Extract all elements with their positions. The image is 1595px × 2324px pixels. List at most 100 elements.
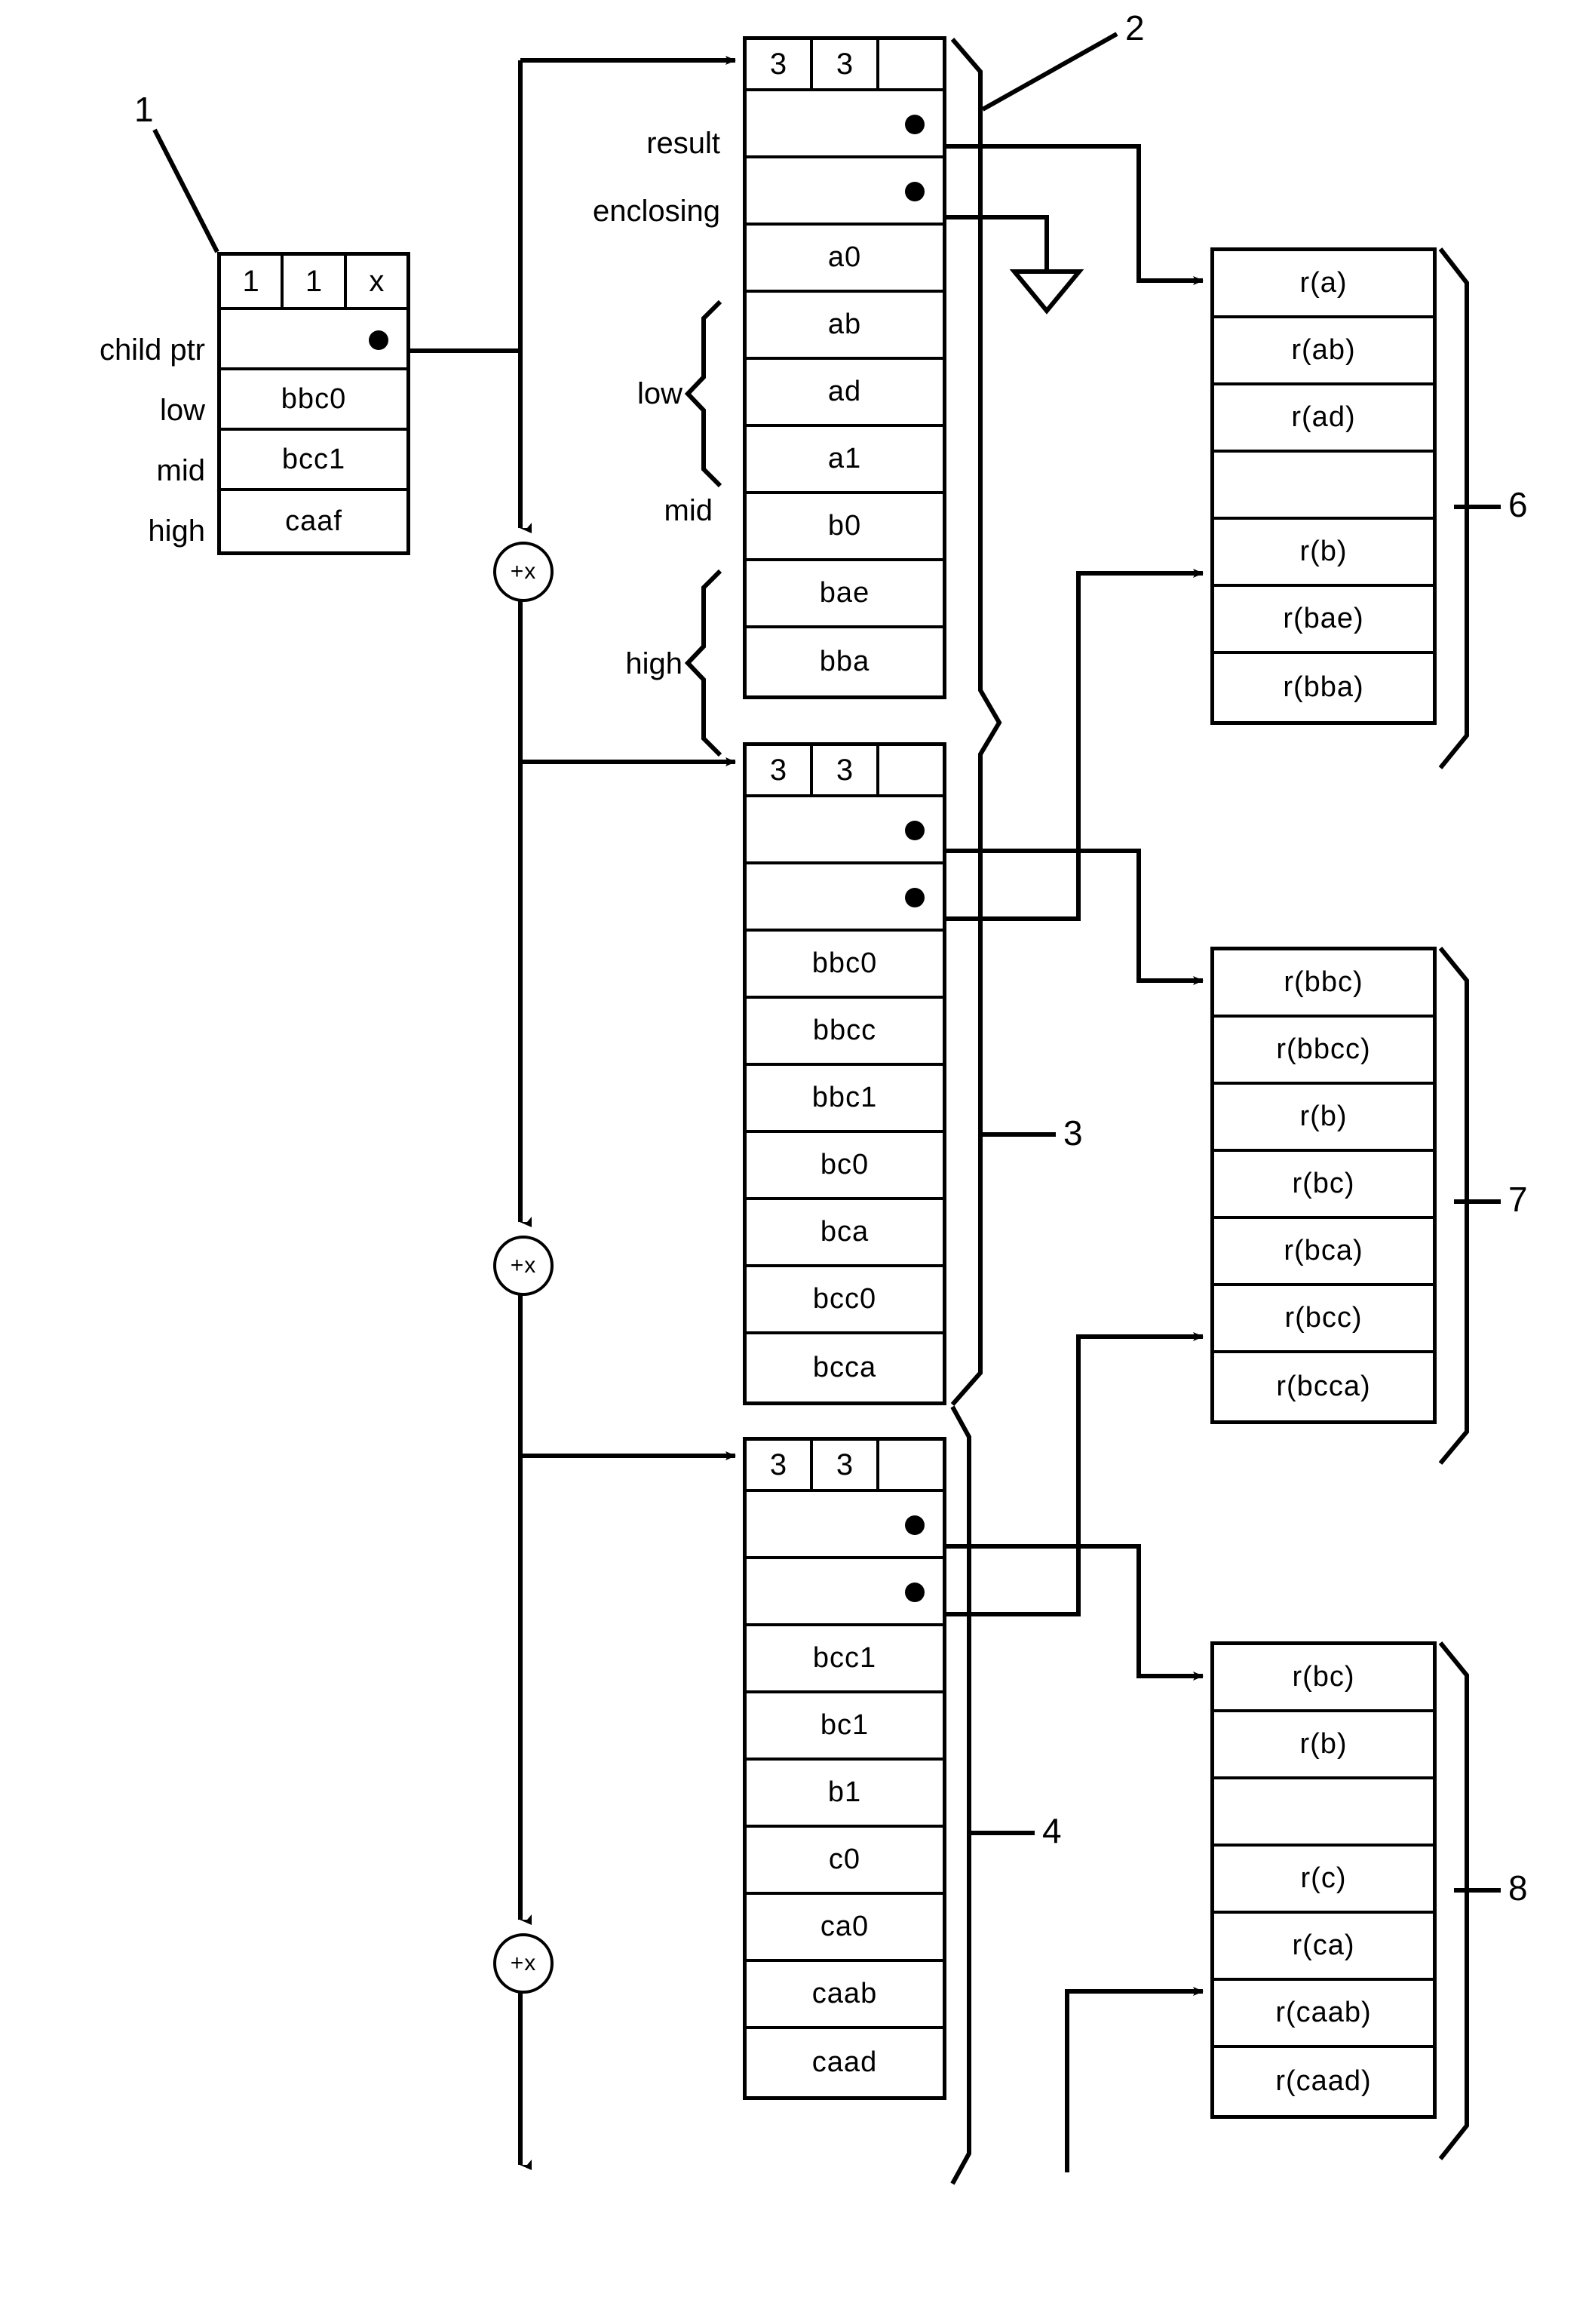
block2-header-row: 3 3	[747, 40, 943, 91]
block4-row-3: bc1	[747, 1693, 943, 1761]
node1-row-mid: bcc1	[221, 431, 406, 491]
block4-row-4: b1	[747, 1761, 943, 1828]
ref-numeral-3: 3	[1063, 1113, 1083, 1153]
block2-row-enclosing	[747, 158, 943, 226]
block4-row-2: bcc1	[747, 1626, 943, 1693]
node1-header-cell-0: 1	[221, 256, 284, 307]
block3-header-cell-0: 3	[747, 746, 813, 794]
block3-row-2: bbc0	[747, 932, 943, 999]
ref-numeral-1: 1	[134, 90, 154, 129]
node1-header-cell-1: 1	[284, 256, 347, 307]
node1-label-mid: mid	[156, 454, 205, 487]
result-block-8: r(bc) r(b) r(c) r(ca) r(caab) r(caad)	[1210, 1641, 1437, 2119]
patent-figure-canvas: 1 2 3 4 6 7 8 1 1 x bbc0 bcc1 caaf child…	[0, 0, 1595, 2324]
node1-label-childptr: child ptr	[99, 333, 205, 367]
pointer-dot-icon	[905, 115, 925, 134]
block8-row-3: r(c)	[1214, 1847, 1433, 1914]
block2-row-4: ad	[747, 360, 943, 427]
result-block-6: r(a) r(ab) r(ad) r(b) r(bae) r(bba)	[1210, 247, 1437, 725]
block3-row-5: bc0	[747, 1133, 943, 1200]
ref-numeral-6: 6	[1508, 485, 1528, 524]
block7-row-1: r(bbcc)	[1214, 1018, 1433, 1085]
node1-label-low: low	[159, 394, 205, 427]
block4-row-result	[747, 1492, 943, 1559]
block8-row-5: r(caab)	[1214, 1981, 1433, 2048]
node1-header-row: 1 1 x	[221, 256, 406, 310]
ref-numeral-4: 4	[1042, 1811, 1062, 1850]
block2-row-7: bae	[747, 561, 943, 628]
block2-label-result: result	[646, 127, 720, 160]
block2-row-5: a1	[747, 427, 943, 494]
block7-row-4: r(bca)	[1214, 1219, 1433, 1286]
block4-header-row: 3 3	[747, 1441, 943, 1492]
frame-block-2: 3 3 a0 ab ad a1 b0 bae bba	[743, 36, 946, 699]
operator-node-3: +x	[493, 1933, 554, 1994]
block8-row-1: r(b)	[1214, 1712, 1433, 1779]
block3-row-result	[747, 797, 943, 864]
block2-label-enclosing: enclosing	[592, 195, 720, 228]
pointer-dot-icon	[905, 1583, 925, 1602]
block3-row-4: bbc1	[747, 1066, 943, 1133]
block3-header-row: 3 3	[747, 746, 943, 797]
block2-header-cell-1: 3	[813, 40, 879, 88]
operator-node-2: +x	[493, 1236, 554, 1296]
block8-row-6: r(caad)	[1275, 2065, 1372, 2097]
block4-header-cell-1: 3	[813, 1441, 879, 1489]
pointer-dot-icon	[369, 330, 388, 350]
node1-row-low: bbc0	[221, 370, 406, 431]
block6-row-5: r(bae)	[1214, 587, 1433, 654]
block6-row-1: r(ab)	[1214, 318, 1433, 385]
ref-numeral-2: 2	[1125, 8, 1145, 48]
block2-label-high: high	[625, 647, 682, 680]
block3-row-enclosing	[747, 864, 943, 932]
block2-row-result	[747, 91, 943, 158]
node1-header-cell-2: x	[369, 264, 385, 298]
block3-row-6: bca	[747, 1200, 943, 1267]
block6-row-0: r(a)	[1214, 251, 1433, 318]
frame-block-3: 3 3 bbc0 bbcc bbc1 bc0 bca bcc0 bcca	[743, 742, 946, 1405]
node1-row-high: caaf	[285, 505, 342, 537]
block4-row-7: caab	[747, 1962, 943, 2029]
block8-row-2-empty	[1214, 1779, 1433, 1847]
block4-header-cell-2	[879, 1441, 943, 1489]
pointer-dot-icon	[905, 821, 925, 840]
block4-row-8: caad	[811, 2046, 878, 2078]
operator-node-1: +x	[493, 542, 554, 602]
block8-row-4: r(ca)	[1214, 1914, 1433, 1981]
node-structure-1: 1 1 x bbc0 bcc1 caaf	[217, 252, 410, 555]
pointer-dot-icon	[905, 182, 925, 201]
block2-header-cell-2	[879, 40, 943, 88]
block7-row-6: r(bcca)	[1276, 1371, 1371, 1402]
block2-row-3: ab	[747, 293, 943, 360]
block2-row-2: a0	[747, 226, 943, 293]
block4-header-cell-0: 3	[747, 1441, 813, 1489]
block3-header-cell-1: 3	[813, 746, 879, 794]
frame-block-4: 3 3 bcc1 bc1 b1 c0 ca0 caab caad	[743, 1437, 946, 2100]
block2-header-cell-0: 3	[747, 40, 813, 88]
block7-row-3: r(bc)	[1214, 1152, 1433, 1219]
block3-row-8: bcca	[812, 1352, 877, 1383]
block2-row-6: b0	[747, 494, 943, 561]
block3-row-3: bbcc	[747, 999, 943, 1066]
block4-row-enclosing	[747, 1559, 943, 1626]
result-block-7: r(bbc) r(bbcc) r(b) r(bc) r(bca) r(bcc) …	[1210, 947, 1437, 1424]
block6-row-6: r(bba)	[1283, 671, 1364, 703]
block6-row-2: r(ad)	[1214, 385, 1433, 453]
block2-row-8: bba	[819, 646, 870, 677]
ref-numeral-7: 7	[1508, 1180, 1528, 1219]
block3-row-7: bcc0	[747, 1267, 943, 1334]
block8-row-0: r(bc)	[1214, 1645, 1433, 1712]
node1-label-high: high	[148, 514, 205, 548]
block6-row-4: r(b)	[1214, 520, 1433, 587]
block6-row-3-empty	[1214, 453, 1433, 520]
block7-row-0: r(bbc)	[1214, 950, 1433, 1018]
block2-label-mid: mid	[664, 494, 713, 527]
block4-row-5: c0	[747, 1828, 943, 1895]
block3-header-cell-2	[879, 746, 943, 794]
pointer-dot-icon	[905, 1515, 925, 1535]
node1-row-childptr	[221, 310, 406, 370]
ref-numeral-8: 8	[1508, 1868, 1528, 1908]
block7-row-2: r(b)	[1214, 1085, 1433, 1152]
block2-label-low: low	[636, 377, 682, 410]
block4-row-6: ca0	[747, 1895, 943, 1962]
